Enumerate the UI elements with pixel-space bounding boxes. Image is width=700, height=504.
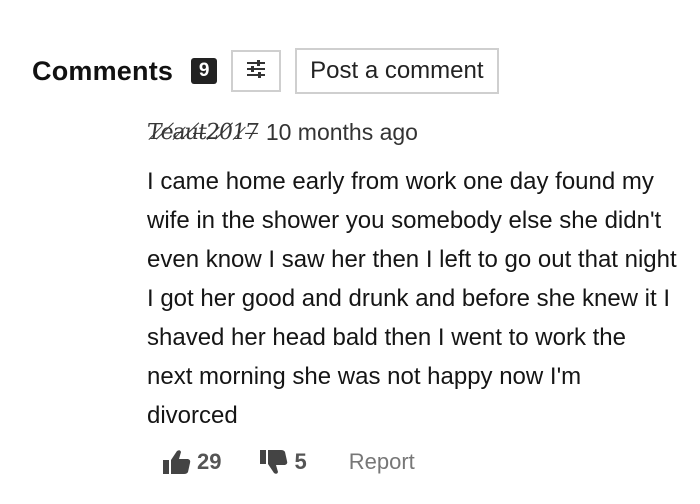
- comment: T̷e̸a̷u̸t̶2̷0̸1̷7̶ 10 months ago I came …: [145, 114, 677, 435]
- comment-meta: T̷e̸a̷u̸t̶2̷0̸1̷7̶ 10 months ago: [145, 114, 677, 150]
- dislike-count: 5: [294, 449, 307, 474]
- like-button[interactable]: 29: [162, 448, 221, 476]
- dislike-button[interactable]: 5: [259, 448, 307, 476]
- thumbs-down-icon: [259, 448, 289, 476]
- comment-timestamp: 10 months ago: [265, 118, 418, 145]
- sliders-icon: [245, 59, 267, 84]
- comment-text: I came home early from work one day foun…: [147, 168, 677, 429]
- like-count: 29: [197, 449, 222, 474]
- report-link[interactable]: Report: [349, 449, 415, 475]
- filter-button[interactable]: [231, 50, 282, 92]
- comment-actions: 29 5 Report: [162, 444, 415, 480]
- thumbs-up-icon: [162, 448, 192, 476]
- comments-header: Comments 9 Post a comment: [32, 48, 499, 94]
- comments-title: Comments: [32, 55, 174, 86]
- comment-username[interactable]: T̷e̸a̷u̸t̶2̷0̸1̷7̶: [145, 120, 259, 145]
- comment-count-badge: 9: [191, 58, 218, 84]
- post-comment-button[interactable]: Post a comment: [295, 48, 499, 94]
